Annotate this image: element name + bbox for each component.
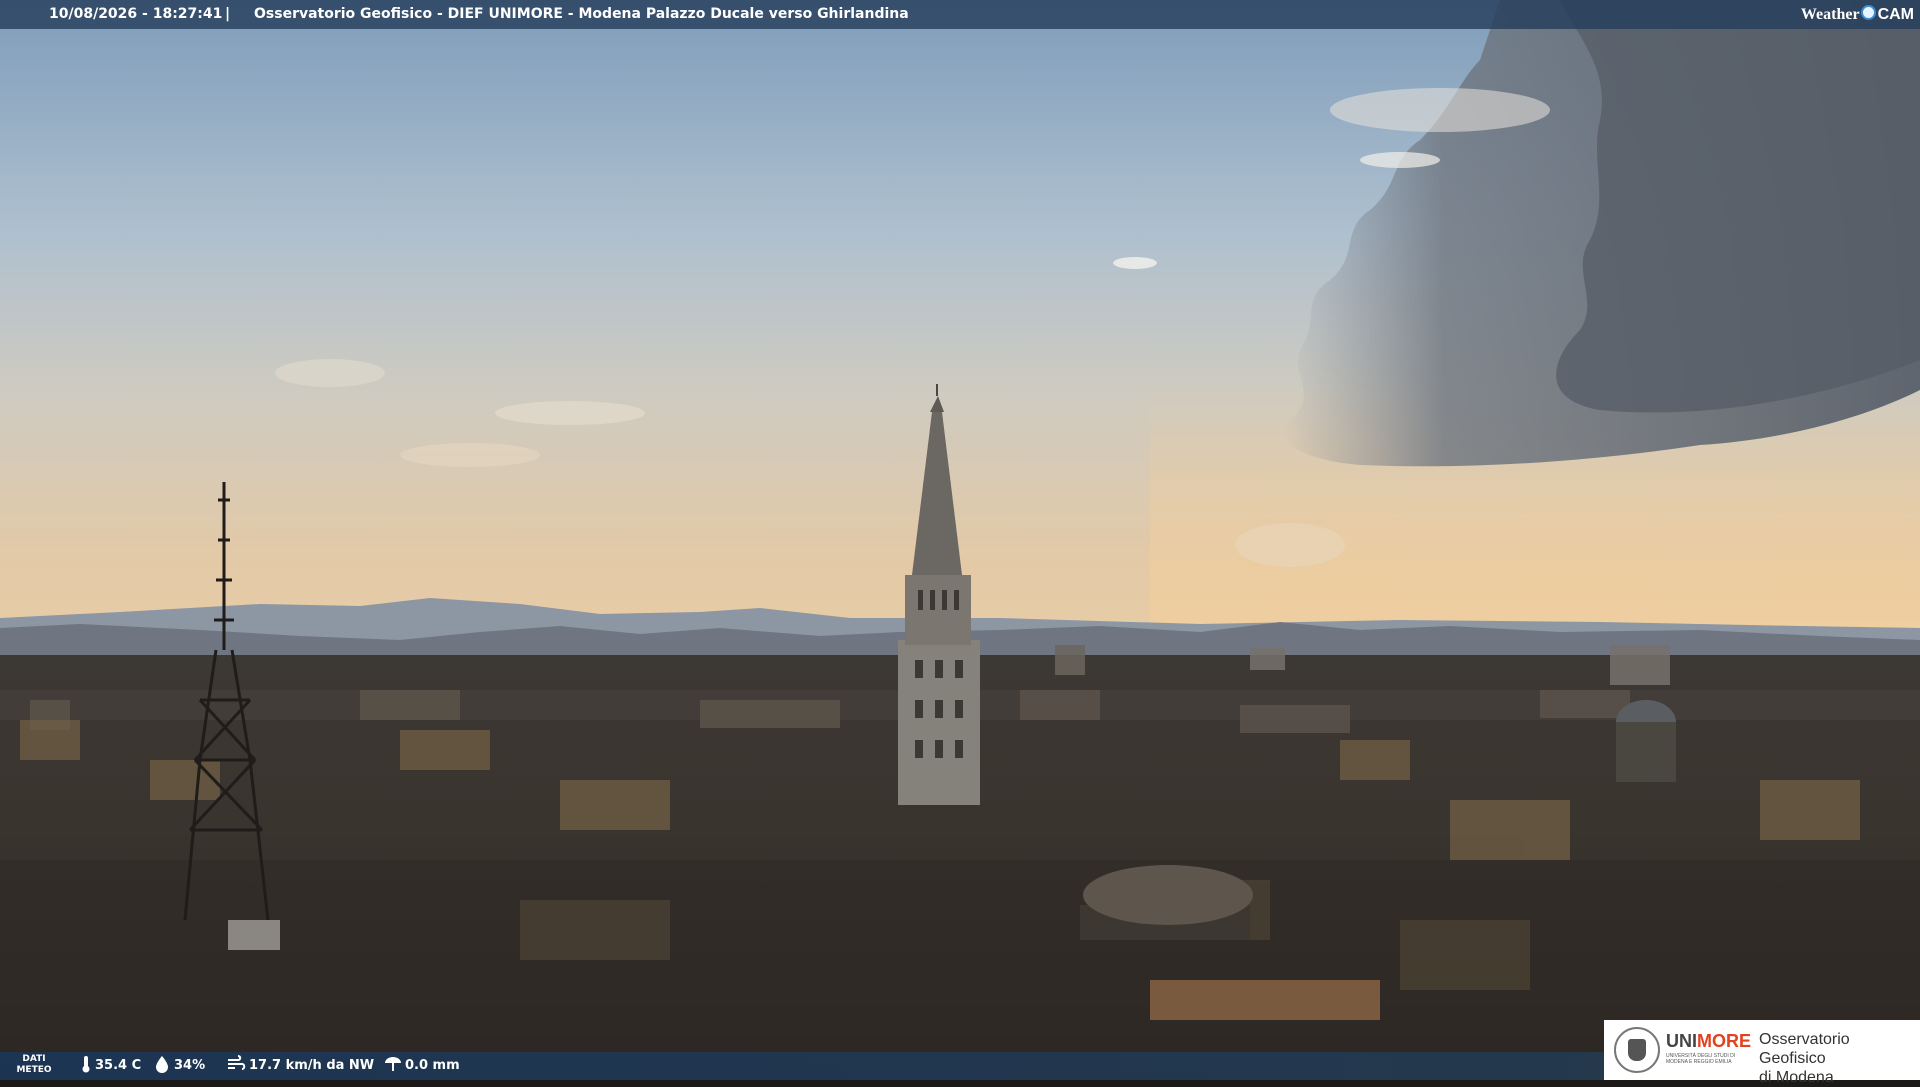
timestamp: 10/08/2026 - 18:27:41 bbox=[49, 6, 223, 22]
university-seal-icon bbox=[1614, 1027, 1660, 1073]
rain-gauge-icon bbox=[385, 1057, 401, 1071]
observatory-name-line2: di Modena bbox=[1759, 1069, 1834, 1086]
university-subtitle: UNIVERSITÀ DEGLI STUDI DI MODENA E REGGI… bbox=[1666, 1053, 1736, 1065]
webcam-header-bar: 10/08/2026 - 18:27:41 | Osservatorio Geo… bbox=[0, 0, 1920, 29]
wind-value: 17.7 km/h da NW bbox=[249, 1058, 375, 1073]
unimore-logo-panel: UNIMORE UNIVERSITÀ DEGLI STUDI DI MODENA… bbox=[1604, 1020, 1920, 1086]
weathercam-logo-weather: Weather bbox=[1800, 6, 1860, 23]
temperature-readout: 35.4 C bbox=[80, 1052, 141, 1080]
unimore-wordmark: UNIMORE bbox=[1666, 1031, 1751, 1052]
unimore-wordmark-more: MORE bbox=[1697, 1031, 1751, 1051]
weather-data-label-line2: METEO bbox=[16, 1065, 52, 1075]
humidity-icon bbox=[156, 1056, 168, 1073]
observatory-name-line1: Osservatorio Geofisico bbox=[1759, 1031, 1850, 1067]
weathercam-eye-icon bbox=[1860, 5, 1876, 20]
weathercam-logo-cam: CAM bbox=[1877, 6, 1914, 23]
thermometer-icon bbox=[82, 1056, 90, 1073]
humidity-readout: 34% bbox=[153, 1052, 205, 1080]
weathercam-logo: Weather CAM bbox=[1801, 0, 1914, 29]
wind-icon bbox=[228, 1055, 246, 1070]
camera-title: Osservatorio Geofisico - DIEF UNIMORE - … bbox=[254, 6, 909, 22]
rain-readout: 0.0 mm bbox=[384, 1052, 460, 1080]
temperature-value: 35.4 C bbox=[95, 1058, 142, 1073]
webcam-scene bbox=[0, 0, 1920, 1080]
wind-readout: 17.7 km/h da NW bbox=[226, 1052, 374, 1080]
observatory-name: Osservatorio Geofisico di Modena bbox=[1759, 1030, 1915, 1087]
unimore-wordmark-uni: UNI bbox=[1666, 1031, 1697, 1051]
rain-value: 0.0 mm bbox=[405, 1058, 460, 1073]
weather-data-bar: DATI METEO 35.4 C 34% 17.7 km/h da NW 0.… bbox=[0, 1052, 1604, 1080]
header-separator: | bbox=[225, 6, 231, 22]
weather-data-label: DATI METEO bbox=[16, 1054, 52, 1076]
humidity-value: 34% bbox=[174, 1058, 206, 1073]
weather-data-label-line1: DATI bbox=[22, 1054, 46, 1064]
